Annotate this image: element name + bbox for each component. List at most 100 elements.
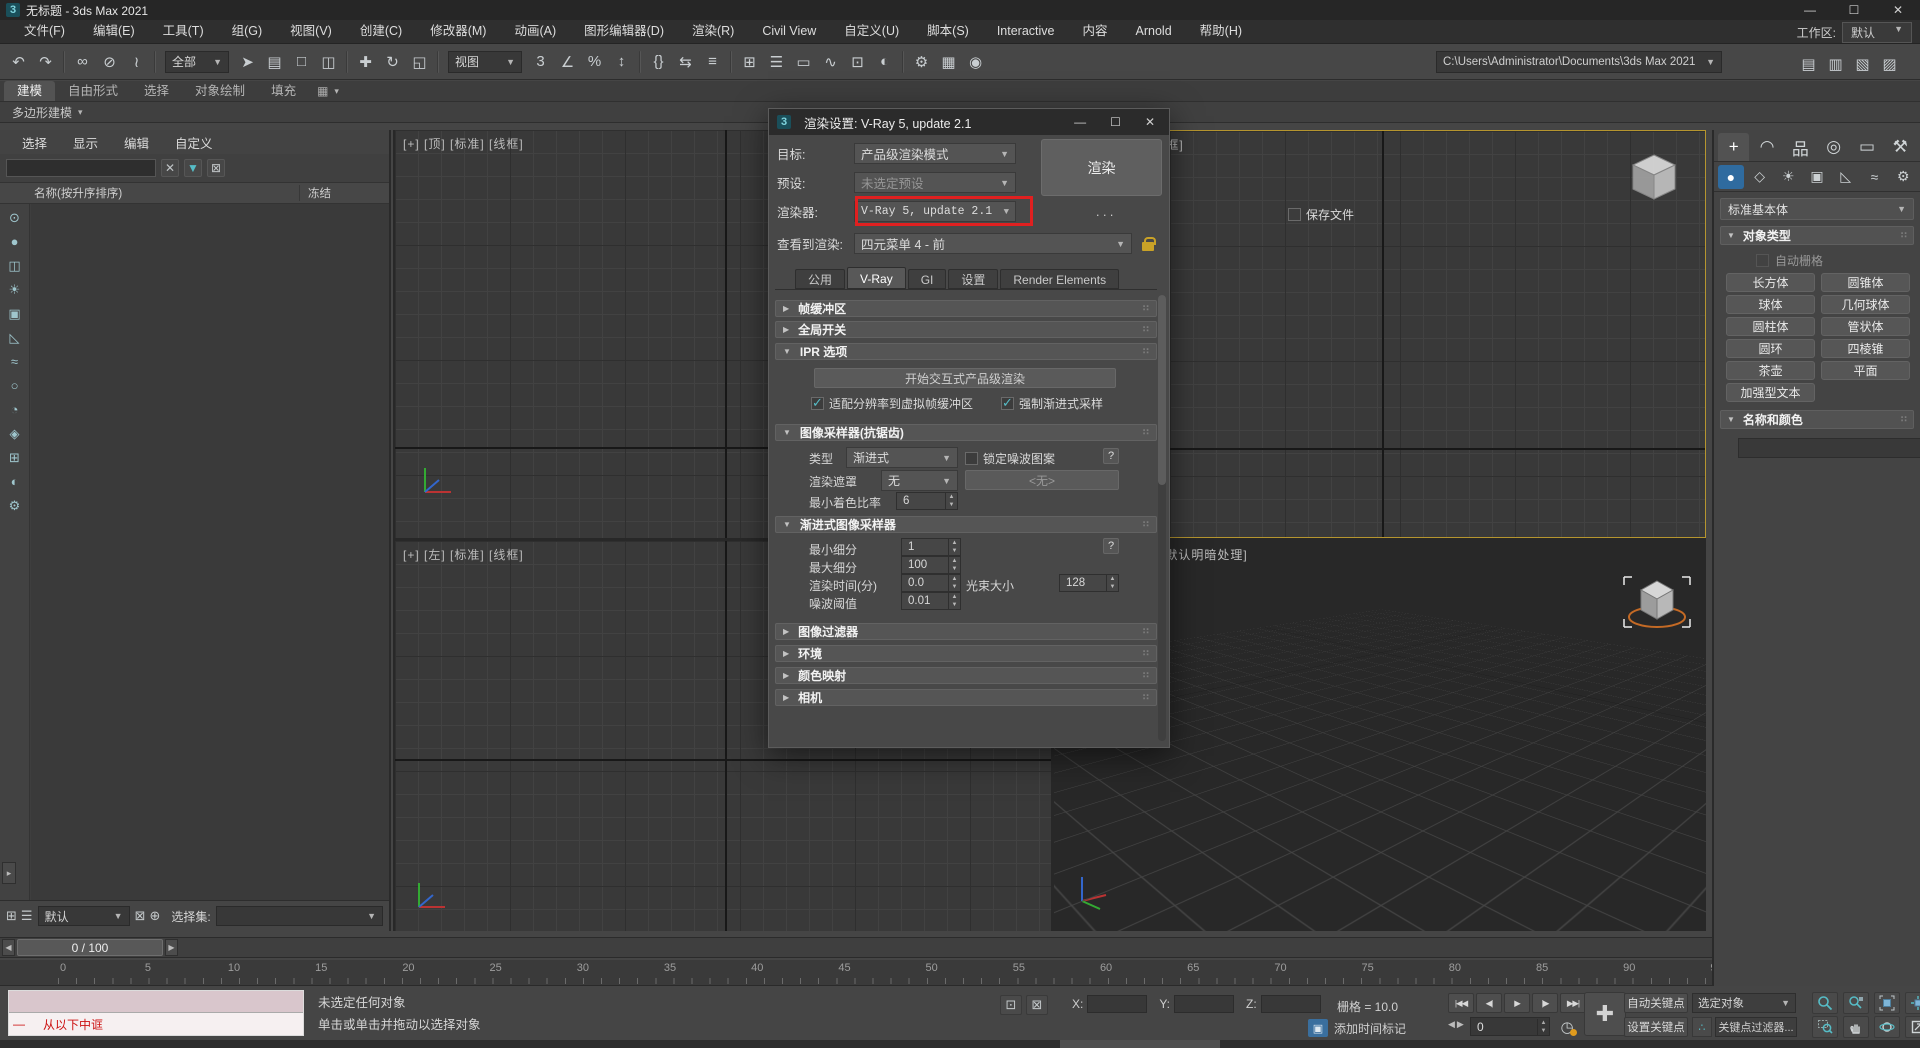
filter-spacewarps-icon[interactable]: ≈ (5, 352, 25, 371)
time-configuration-icon[interactable]: ◷ (1556, 1017, 1578, 1037)
add-time-tag-label[interactable]: 添加时间标记 (1334, 1020, 1406, 1037)
y-coordinate-field[interactable] (1174, 995, 1235, 1013)
select-and-link-icon[interactable]: ∞ (70, 49, 95, 74)
schematic-view-icon[interactable]: ⊡ (845, 49, 870, 74)
explorer-config-icon[interactable]: ⊞ (6, 908, 17, 924)
explorer-preset-dropdown[interactable]: 默认 ▼ (37, 906, 130, 926)
explorer-search-input[interactable] (6, 159, 156, 177)
spinner-down-icon[interactable]: ▼ (952, 565, 958, 573)
min-shading-rate-spinner[interactable]: 6 ▲ ▼ (896, 492, 958, 510)
menu-item[interactable]: Arnold (1122, 20, 1186, 43)
filter-xrefs-icon[interactable]: ◔ (5, 400, 25, 419)
clear-search-icon[interactable]: ✕ (161, 159, 179, 177)
material-editor-icon[interactable]: ◐ (872, 49, 897, 74)
spinner-up-icon[interactable]: ▲ (1541, 1019, 1547, 1027)
viewport-top-label[interactable]: [+] [顶] [标准] [线框] (403, 135, 524, 152)
spinner-up-icon[interactable]: ▲ (949, 493, 955, 501)
sep[interactable] (902, 50, 904, 73)
time-slider[interactable]: ◀ 0 / 100 ▶ (0, 937, 1868, 958)
set-key-button[interactable]: 设置关键点 (1624, 1017, 1688, 1037)
dialog-minimize-button[interactable]: — (1074, 115, 1086, 129)
dialog-tab[interactable]: 公用 (795, 269, 846, 289)
image-sampler-rollout[interactable]: ▼ 图像采样器(抗锯齿) ∷ (775, 424, 1157, 441)
spinner-up-icon[interactable]: ▲ (952, 593, 958, 601)
menu-item[interactable]: Civil View (748, 20, 830, 43)
utilities-tab-icon[interactable]: ⚒ (1885, 133, 1916, 161)
filter-containers-icon[interactable]: ⊞ (5, 448, 25, 467)
menu-item[interactable]: 编辑(E) (79, 20, 149, 43)
render-time-spinner[interactable]: 0.0 ▲ ▼ (901, 574, 961, 592)
spinner-snap-icon[interactable]: ↕ (609, 49, 634, 74)
primitive-button[interactable]: 茶壶 (1726, 361, 1815, 380)
lock-explorer-icon[interactable]: ⊠ (135, 908, 146, 924)
lock-view-icon[interactable] (1142, 236, 1156, 251)
object-name-field[interactable] (1738, 438, 1920, 458)
helpers-category-icon[interactable]: ◺ (1833, 165, 1859, 189)
filter-cameras-icon[interactable]: ▣ (5, 304, 25, 323)
progressive-sampler-rollout[interactable]: ▼ 渐进式图像采样器 ∷ (775, 516, 1157, 533)
color-mapping-rollout[interactable]: ▶ 颜色映射 ∷ (775, 667, 1157, 684)
explorer-object-list[interactable] (31, 204, 389, 900)
menu-item[interactable]: 文件(F) (10, 20, 79, 43)
named-selection-sets-icon[interactable]: {} (646, 49, 671, 74)
key-step-arrows-icon[interactable]: ◀▶ (1448, 1019, 1466, 1030)
primitive-button[interactable]: 平面 (1821, 361, 1910, 380)
environment-rollout[interactable]: ▶ 环境 ∷ (775, 645, 1157, 662)
reference-coordinate-dropdown[interactable]: 视图 ▼ (448, 50, 522, 73)
zoom-all-icon[interactable] (1843, 992, 1869, 1014)
frame-buffer-rollout[interactable]: ▶ 帧缓冲区 ∷ (775, 300, 1157, 317)
explorer-menu-item[interactable]: 自定义 (163, 133, 225, 152)
filter-all-icon[interactable]: ⊙ (5, 208, 25, 227)
view-cube[interactable] (1625, 149, 1683, 207)
spinner-up-icon[interactable]: ▲ (952, 575, 958, 583)
selection-set-dropdown[interactable]: ▼ (215, 906, 383, 926)
max-subdivs-spinner[interactable]: 100 ▲ ▼ (901, 556, 961, 574)
save-file-browse-button[interactable]: . . . (1096, 205, 1113, 219)
menu-item[interactable]: 修改器(M) (416, 20, 500, 43)
viewport-left-label[interactable]: [+] [左] [标准] [线框] (403, 546, 524, 563)
rendered-frame-window-icon[interactable]: ▦ (936, 49, 961, 74)
filter-shapes-icon[interactable]: ◫ (5, 256, 25, 275)
help-button[interactable]: ? (1103, 538, 1119, 554)
previous-frame-button[interactable]: ◀| (1476, 993, 1502, 1013)
spinner-down-icon[interactable]: ▼ (1541, 1027, 1547, 1035)
workspace-a-icon[interactable]: ▧ (1850, 51, 1875, 76)
ribbon-grid-icon[interactable]: ▦ (317, 84, 328, 98)
frozen-column-header[interactable]: 冻结 (300, 185, 331, 201)
menu-item[interactable]: Interactive (983, 20, 1069, 43)
project-folder-icon[interactable]: ▤ (1796, 51, 1821, 76)
undo-icon[interactable]: ↶ (6, 49, 31, 74)
dialog-title-bar[interactable]: 3 渲染设置: V-Ray 5, update 2.1 — ☐ ✕ (769, 109, 1169, 135)
spinner-up-icon[interactable]: ▲ (1110, 575, 1116, 583)
maxscript-mini-listener[interactable]: — 从以下中诓 (8, 990, 304, 1036)
ipr-options-rollout[interactable]: ▼ IPR 选项 ∷ (775, 343, 1157, 360)
spinner-up-icon[interactable]: ▲ (952, 539, 958, 547)
ribbon-tab[interactable]: 选择 (131, 81, 182, 101)
menu-item[interactable]: 动画(A) (500, 20, 570, 43)
sep[interactable] (437, 50, 439, 73)
start-interactive-render-button[interactable]: 开始交互式产品级渲染 (814, 368, 1116, 388)
modify-tab-icon[interactable]: ◠ (1751, 133, 1782, 161)
spinner-down-icon[interactable]: ▼ (952, 601, 958, 609)
go-to-end-button[interactable]: ▶▶| (1560, 993, 1586, 1013)
menu-item[interactable]: 脚本(S) (913, 20, 983, 43)
image-filter-rollout[interactable]: ▶ 图像过滤器 ∷ (775, 623, 1157, 640)
select-and-rotate-icon[interactable]: ↻ (380, 49, 405, 74)
percent-snap-icon[interactable]: % (582, 49, 607, 74)
filter-materials-icon[interactable]: ◐ (5, 472, 25, 491)
orbit-icon[interactable] (1874, 1016, 1900, 1038)
close-button[interactable]: ✕ (1876, 0, 1920, 20)
primitive-button[interactable]: 圆环 (1726, 339, 1815, 358)
bind-to-space-warp-icon[interactable]: ≀ (124, 49, 149, 74)
render-setup-icon[interactable]: ⚙ (909, 49, 934, 74)
scene-explorer-icon[interactable]: ⊞ (737, 49, 762, 74)
pick-explorer-icon[interactable]: ⊕ (149, 908, 160, 924)
primitive-button[interactable]: 几何球体 (1821, 295, 1910, 314)
sep[interactable] (154, 50, 156, 73)
mirror-icon[interactable]: ⇆ (673, 49, 698, 74)
render-button[interactable]: 渲染 (1041, 139, 1162, 196)
unlink-selection-icon[interactable]: ⊘ (97, 49, 122, 74)
workspace-b-icon[interactable]: ▨ (1877, 51, 1902, 76)
z-coordinate-field[interactable] (1260, 995, 1321, 1013)
target-dropdown[interactable]: 产品级渲染模式 ▼ (854, 143, 1016, 164)
